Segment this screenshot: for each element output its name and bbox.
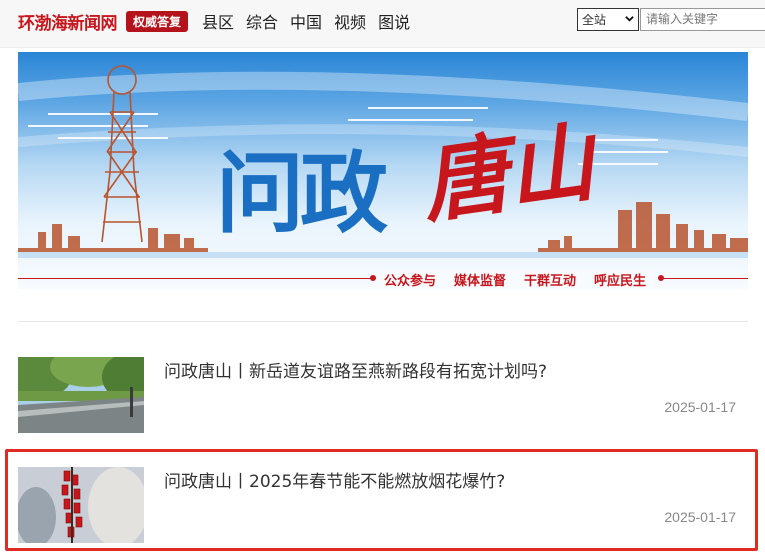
nav-item-video[interactable]: 视频 bbox=[334, 9, 366, 33]
search-scope-value: 全站 bbox=[582, 13, 607, 27]
banner-title-main: 问政 bbox=[216, 142, 388, 245]
nav-item-china[interactable]: 中国 bbox=[290, 9, 322, 33]
news-title[interactable]: 问政唐山丨2025年春节能不能燃放烟花爆竹? bbox=[164, 467, 505, 492]
nav-item-photo[interactable]: 图说 bbox=[378, 9, 410, 33]
site-logo[interactable]: 环渤海新闻网 bbox=[18, 9, 118, 34]
top-bar: 环渤海新闻网 权威答复 县区 综合 中国 视频 图说 全站 请输入关键字 bbox=[0, 0, 765, 48]
nav-item-county[interactable]: 县区 bbox=[202, 9, 234, 33]
news-item[interactable]: 问政唐山丨新岳道友谊路至燕新路段有拓宽计划吗? 2025-01-17 bbox=[18, 357, 748, 433]
banner-title-script: 唐山 bbox=[415, 111, 601, 236]
slogan-cadre-interaction: 干群互动 bbox=[524, 274, 577, 289]
wenzheng-tangshan-banner: 问政 唐山 公众参与 媒体监督 干群互动 呼应民生 bbox=[18, 52, 748, 289]
authority-reply-badge[interactable]: 权威答复 bbox=[126, 11, 189, 32]
news-date: 2025-01-17 bbox=[664, 509, 736, 525]
nav-item-general[interactable]: 综合 bbox=[246, 9, 278, 33]
news-date: 2025-01-17 bbox=[664, 399, 736, 415]
slogan-dot-right bbox=[658, 275, 664, 281]
slogan-line-left bbox=[18, 278, 376, 279]
search-input[interactable]: 请输入关键字 bbox=[640, 8, 765, 31]
section-divider bbox=[18, 321, 748, 322]
search-scope-select[interactable]: 全站 bbox=[577, 8, 639, 31]
news-thumbnail-firecrackers[interactable] bbox=[18, 467, 144, 543]
slogan-livelihood: 呼应民生 bbox=[594, 274, 647, 289]
main-nav: 县区 综合 中国 视频 图说 bbox=[202, 9, 410, 33]
news-title[interactable]: 问政唐山丨新岳道友谊路至燕新路段有拓宽计划吗? bbox=[164, 357, 547, 382]
slogan-line-right bbox=[660, 278, 748, 279]
news-item[interactable]: 问政唐山丨2025年春节能不能燃放烟花爆竹? 2025-01-17 bbox=[18, 467, 748, 543]
slogan-media-supervision: 媒体监督 bbox=[454, 274, 507, 289]
slogan-public-participation: 公众参与 bbox=[384, 274, 437, 289]
news-thumbnail-road[interactable] bbox=[18, 357, 144, 433]
chevron-down-icon bbox=[625, 16, 634, 22]
banner-slogans: 公众参与 媒体监督 干群互动 呼应民生 bbox=[376, 270, 655, 289]
